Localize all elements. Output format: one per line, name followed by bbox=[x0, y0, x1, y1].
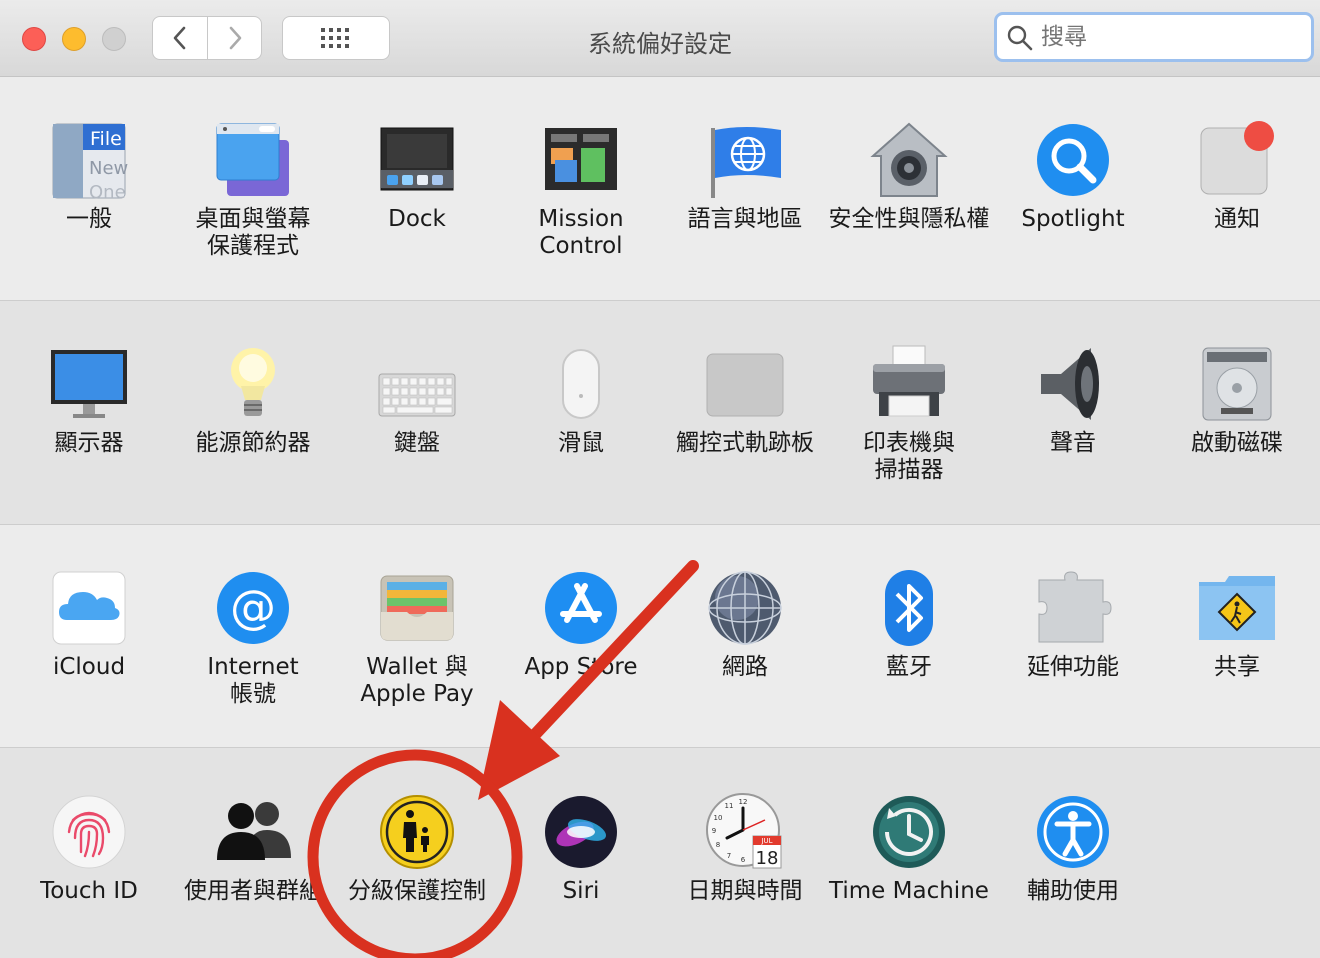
mission-control-icon bbox=[541, 120, 621, 200]
pref-pane-label: 安全性與隱私權 bbox=[828, 206, 990, 232]
pref-pane-label: 觸控式軌跡板 bbox=[676, 430, 814, 456]
pref-pane-label: 共享 bbox=[1214, 654, 1260, 680]
general-icon: File New One bbox=[49, 120, 129, 203]
clock-numeral: 10 bbox=[714, 814, 723, 822]
pref-pane-label: 鍵盤 bbox=[394, 430, 440, 456]
pref-pane-label: Siri bbox=[562, 878, 600, 904]
pref-pane-label: 能源節約器 bbox=[195, 430, 311, 456]
pref-pane-label: Internet 帳號 bbox=[207, 654, 299, 707]
chevron-left-icon bbox=[173, 26, 186, 50]
navigation-buttons bbox=[152, 16, 262, 60]
back-button[interactable] bbox=[153, 17, 207, 59]
energy-saver-icon bbox=[213, 344, 293, 424]
pref-pane-label: iCloud bbox=[52, 654, 126, 680]
sound-icon bbox=[1033, 344, 1113, 424]
trackpad-icon bbox=[705, 344, 785, 424]
time-machine-icon bbox=[869, 792, 949, 872]
pref-pane-label: App Store bbox=[524, 654, 638, 680]
pref-pane-label: 藍牙 bbox=[886, 654, 932, 680]
window-titlebar: 系統偏好設定 bbox=[0, 0, 1320, 77]
zoom-window-button[interactable] bbox=[102, 27, 126, 51]
dock-icon bbox=[377, 120, 457, 200]
svg-text:File: File bbox=[90, 128, 122, 150]
clock-numeral: 7 bbox=[727, 852, 731, 860]
svg-text:One: One bbox=[89, 182, 126, 200]
pref-pane-label: Time Machine bbox=[829, 878, 989, 904]
language-region-icon bbox=[705, 120, 785, 200]
pref-pane-label: 網路 bbox=[722, 654, 768, 680]
pref-pane-label: Mission Control bbox=[538, 206, 624, 259]
grid-icon bbox=[321, 28, 349, 48]
pref-pane-label: 通知 bbox=[1214, 206, 1260, 232]
extensions-icon bbox=[1033, 568, 1113, 648]
clock-numeral: 12 bbox=[739, 798, 748, 806]
calendar-day: 18 bbox=[756, 848, 779, 869]
pref-pane-label: 印表機與 掃描器 bbox=[863, 430, 955, 483]
displays-icon bbox=[49, 344, 129, 424]
pref-pane-label: 一般 bbox=[66, 206, 112, 232]
search-input[interactable] bbox=[1041, 20, 1301, 54]
security-privacy-icon bbox=[869, 120, 949, 200]
pref-pane-label: 分級保護控制 bbox=[348, 878, 486, 904]
search-icon bbox=[1007, 25, 1033, 51]
startup-disk-icon bbox=[1197, 344, 1277, 424]
wallet-applepay-icon bbox=[377, 568, 457, 648]
accessibility-icon bbox=[1033, 792, 1113, 872]
pref-pane-label: 顯示器 bbox=[54, 430, 124, 456]
pref-pane-label: 使用者與群組 bbox=[184, 878, 322, 904]
pref-row-4-background bbox=[0, 748, 1320, 958]
siri-icon bbox=[541, 792, 621, 872]
search-field[interactable] bbox=[994, 12, 1314, 62]
pref-pane-label: 語言與地區 bbox=[687, 206, 803, 232]
bluetooth-icon bbox=[869, 568, 949, 648]
show-all-button[interactable] bbox=[282, 16, 390, 60]
pref-pane-label: 延伸功能 bbox=[1027, 654, 1119, 680]
spotlight-icon bbox=[1033, 120, 1113, 200]
clock-numeral: 6 bbox=[741, 856, 746, 864]
printers-scanners-icon bbox=[869, 344, 949, 424]
pref-row-3-background bbox=[0, 525, 1320, 747]
mouse-icon bbox=[541, 344, 621, 424]
pref-row-1-background bbox=[0, 77, 1320, 300]
pref-pane-label: 輔助使用 bbox=[1027, 878, 1119, 904]
pref-pane-label: Dock bbox=[388, 206, 446, 232]
app-store-icon bbox=[541, 568, 621, 648]
pref-pane-label: 滑鼠 bbox=[558, 430, 604, 456]
sharing-icon bbox=[1197, 568, 1277, 648]
svg-text:New: New bbox=[89, 158, 128, 179]
pref-row-2-background bbox=[0, 301, 1320, 524]
pref-pane-label: 日期與時間 bbox=[687, 878, 803, 904]
icloud-icon bbox=[49, 568, 129, 648]
pref-pane-label: 啟動磁碟 bbox=[1191, 430, 1283, 456]
pref-pane-label: Spotlight bbox=[1021, 206, 1125, 232]
calendar-month: JUL bbox=[760, 837, 772, 845]
clock-numeral: 8 bbox=[716, 841, 720, 849]
touch-id-icon bbox=[49, 792, 129, 872]
clock-numeral: 9 bbox=[712, 827, 716, 835]
pref-pane-label: Wallet 與 Apple Pay bbox=[360, 654, 474, 707]
parental-controls-icon bbox=[377, 792, 457, 872]
pref-pane-label: 聲音 bbox=[1050, 430, 1096, 456]
pref-pane-label: Touch ID bbox=[40, 878, 138, 904]
close-window-button[interactable] bbox=[22, 27, 46, 51]
chevron-right-icon bbox=[229, 26, 242, 50]
svg-text:@: @ bbox=[230, 580, 276, 634]
date-time-icon: 12 11 10 9 8 7 6 JUL 18 bbox=[705, 792, 785, 872]
minimize-window-button[interactable] bbox=[62, 27, 86, 51]
keyboard-icon bbox=[377, 344, 457, 424]
forward-button[interactable] bbox=[208, 17, 262, 59]
pref-pane-label: 桌面與螢幕 保護程式 bbox=[195, 206, 311, 259]
desktop-screensaver-icon bbox=[213, 120, 293, 200]
notifications-icon bbox=[1197, 120, 1277, 200]
network-icon bbox=[705, 568, 785, 648]
users-groups-icon bbox=[213, 792, 293, 872]
internet-accounts-icon: @ bbox=[213, 568, 293, 648]
clock-numeral: 11 bbox=[725, 802, 734, 810]
